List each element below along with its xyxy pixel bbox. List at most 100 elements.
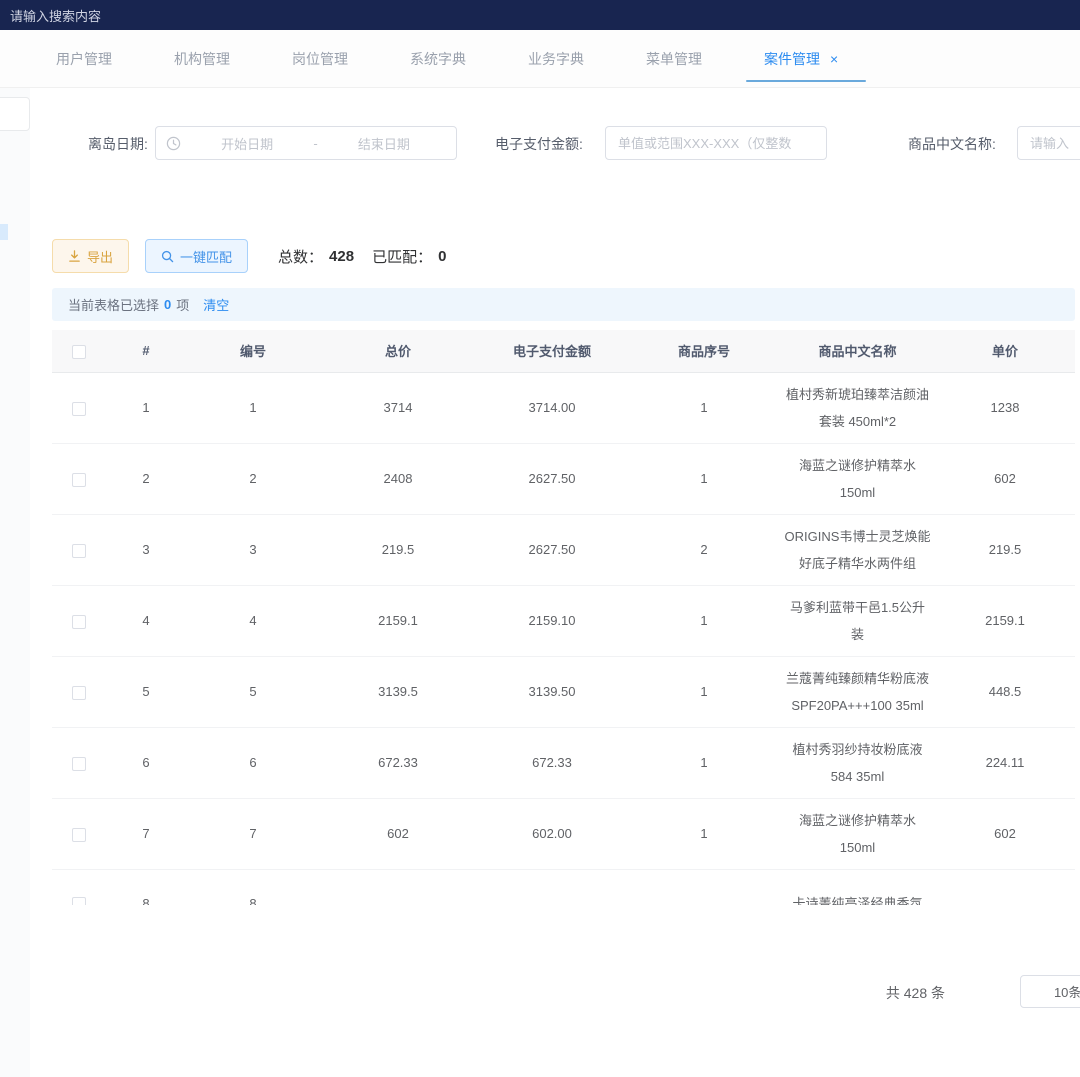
- selection-prefix: 当前表格已选择: [68, 295, 159, 314]
- toolbar: 导出 一键匹配 总数： 428 已匹配： 0: [52, 238, 1052, 274]
- col-header-seq: 商品序号: [628, 330, 780, 372]
- cell-index: 7: [106, 798, 186, 869]
- cell-total: 219.5: [320, 514, 476, 585]
- search-icon: [161, 250, 174, 263]
- case-table: # 编号 总价 电子支付金额 商品序号 商品中文名称 单价 1 1 3714 3…: [52, 330, 1075, 905]
- cell-index: 6: [106, 727, 186, 798]
- table-row: 6 6 672.33 672.33 1 植村秀羽纱持妆粉底液 584 35ml …: [52, 727, 1075, 798]
- selection-suffix: 项: [176, 295, 189, 314]
- cell-name: 植村秀新琥珀臻萃洁颜油套装 450ml*2: [780, 372, 935, 443]
- date-separator: -: [309, 136, 321, 151]
- total-count-value: 428: [329, 248, 354, 265]
- pagination-total: 共 428 条: [886, 983, 945, 1003]
- col-header-total: 总价: [320, 330, 476, 372]
- epay-amount-field-box: [605, 126, 827, 160]
- table-row: 3 3 219.5 2627.50 2 ORIGINS韦博士灵芝焕能好底子精华水…: [52, 514, 1075, 585]
- top-navbar: 请输入搜索内容: [0, 0, 1080, 30]
- pagination: 共 428 条 10条/页: [0, 975, 1080, 1009]
- cell-unit: 448.5: [935, 656, 1075, 727]
- cell-epay: 602.00: [476, 798, 628, 869]
- cell-epay: 2159.10: [476, 585, 628, 656]
- collapsed-panel-corner: [0, 97, 30, 131]
- global-search-input[interactable]: 请输入搜索内容: [0, 0, 101, 25]
- count-summary: 总数： 428 已匹配： 0: [278, 246, 446, 267]
- close-icon[interactable]: ×: [830, 51, 838, 67]
- cell-name: 卡诗菁纯亮泽经典香氛: [780, 869, 935, 905]
- pagination-total-value: 428: [904, 985, 927, 1001]
- start-date-placeholder[interactable]: 开始日期: [185, 134, 309, 153]
- cell-unit: 2159.1: [935, 585, 1075, 656]
- table-row: 8 8 卡诗菁纯亮泽经典香氛: [52, 869, 1075, 905]
- tab-menu-management[interactable]: 菜单管理: [646, 30, 702, 88]
- cell-name: 兰蔻菁纯臻颜精华粉底液SPF20PA+++100 35ml: [780, 656, 935, 727]
- cell-seq: 1: [628, 443, 780, 514]
- col-header-code: 编号: [186, 330, 320, 372]
- cell-seq: 1: [628, 798, 780, 869]
- cell-total: 3714: [320, 372, 476, 443]
- cell-epay: 2627.50: [476, 443, 628, 514]
- cell-epay: 3714.00: [476, 372, 628, 443]
- cell-name: 海蓝之谜修护精萃水 150ml: [780, 443, 935, 514]
- filter-row: 离岛日期: 开始日期 - 结束日期 电子支付金额: 商品中文名称:: [30, 126, 1080, 162]
- cell-name: ORIGINS韦博士灵芝焕能好底子精华水两件组: [780, 514, 935, 585]
- col-header-index: #: [106, 330, 186, 372]
- cell-epay: 2627.50: [476, 514, 628, 585]
- row-checkbox[interactable]: [72, 897, 86, 905]
- row-checkbox[interactable]: [72, 828, 86, 842]
- tab-case-management[interactable]: 案件管理 ×: [764, 30, 838, 88]
- export-button-label: 导出: [87, 247, 113, 266]
- cell-total: 2408: [320, 443, 476, 514]
- cell-code: 2: [186, 443, 320, 514]
- one-click-match-button[interactable]: 一键匹配: [145, 239, 248, 273]
- table-row: 2 2 2408 2627.50 1 海蓝之谜修护精萃水 150ml 602: [52, 443, 1075, 514]
- matched-count-label: 已匹配：: [372, 246, 432, 267]
- cell-total: 3139.5: [320, 656, 476, 727]
- cell-unit: 219.5: [935, 514, 1075, 585]
- cell-seq: 1: [628, 727, 780, 798]
- cell-seq: 1: [628, 372, 780, 443]
- row-checkbox[interactable]: [72, 615, 86, 629]
- tab-business-dict[interactable]: 业务字典: [528, 30, 584, 88]
- col-header-name: 商品中文名称: [780, 330, 935, 372]
- tab-org-management[interactable]: 机构管理: [174, 30, 230, 88]
- cell-total: 602: [320, 798, 476, 869]
- row-checkbox[interactable]: [72, 402, 86, 416]
- row-checkbox[interactable]: [72, 473, 86, 487]
- cell-name: 植村秀羽纱持妆粉底液 584 35ml: [780, 727, 935, 798]
- page-size-value: 10条/页: [1054, 982, 1080, 1001]
- cell-seq: 1: [628, 585, 780, 656]
- row-checkbox[interactable]: [72, 757, 86, 771]
- cell-epay: 672.33: [476, 727, 628, 798]
- cell-total: [320, 869, 476, 905]
- cell-name: 海蓝之谜修护精萃水 150ml: [780, 798, 935, 869]
- table-row: 7 7 602 602.00 1 海蓝之谜修护精萃水 150ml 602: [52, 798, 1075, 869]
- product-name-input[interactable]: [1018, 127, 1080, 159]
- table-row: 4 4 2159.1 2159.10 1 马爹利蓝带干邑1.5公升装 2159.…: [52, 585, 1075, 656]
- cell-epay: [476, 869, 628, 905]
- tab-post-management[interactable]: 岗位管理: [292, 30, 348, 88]
- clear-selection-link[interactable]: 清空: [203, 295, 229, 314]
- export-button[interactable]: 导出: [52, 239, 129, 273]
- partial-button-sliver: [0, 224, 8, 240]
- matched-count-value: 0: [438, 248, 446, 265]
- cell-index: 2: [106, 443, 186, 514]
- cell-index: 1: [106, 372, 186, 443]
- tab-system-dict[interactable]: 系统字典: [410, 30, 466, 88]
- cell-index: 5: [106, 656, 186, 727]
- product-name-field-box: [1017, 126, 1080, 160]
- end-date-placeholder[interactable]: 结束日期: [322, 134, 446, 153]
- clock-icon: [166, 136, 181, 151]
- page-size-select[interactable]: 10条/页: [1020, 975, 1080, 1008]
- selection-count: 0: [164, 297, 171, 312]
- col-header-epay: 电子支付金额: [476, 330, 628, 372]
- select-all-checkbox[interactable]: [72, 345, 86, 359]
- row-checkbox[interactable]: [72, 544, 86, 558]
- epay-amount-label: 电子支付金额:: [495, 134, 583, 154]
- cell-code: 8: [186, 869, 320, 905]
- tab-user-management[interactable]: 用户管理: [56, 30, 112, 88]
- cell-code: 5: [186, 656, 320, 727]
- date-range-picker[interactable]: 开始日期 - 结束日期: [155, 126, 457, 160]
- cell-total: 672.33: [320, 727, 476, 798]
- row-checkbox[interactable]: [72, 686, 86, 700]
- epay-amount-input[interactable]: [606, 127, 826, 159]
